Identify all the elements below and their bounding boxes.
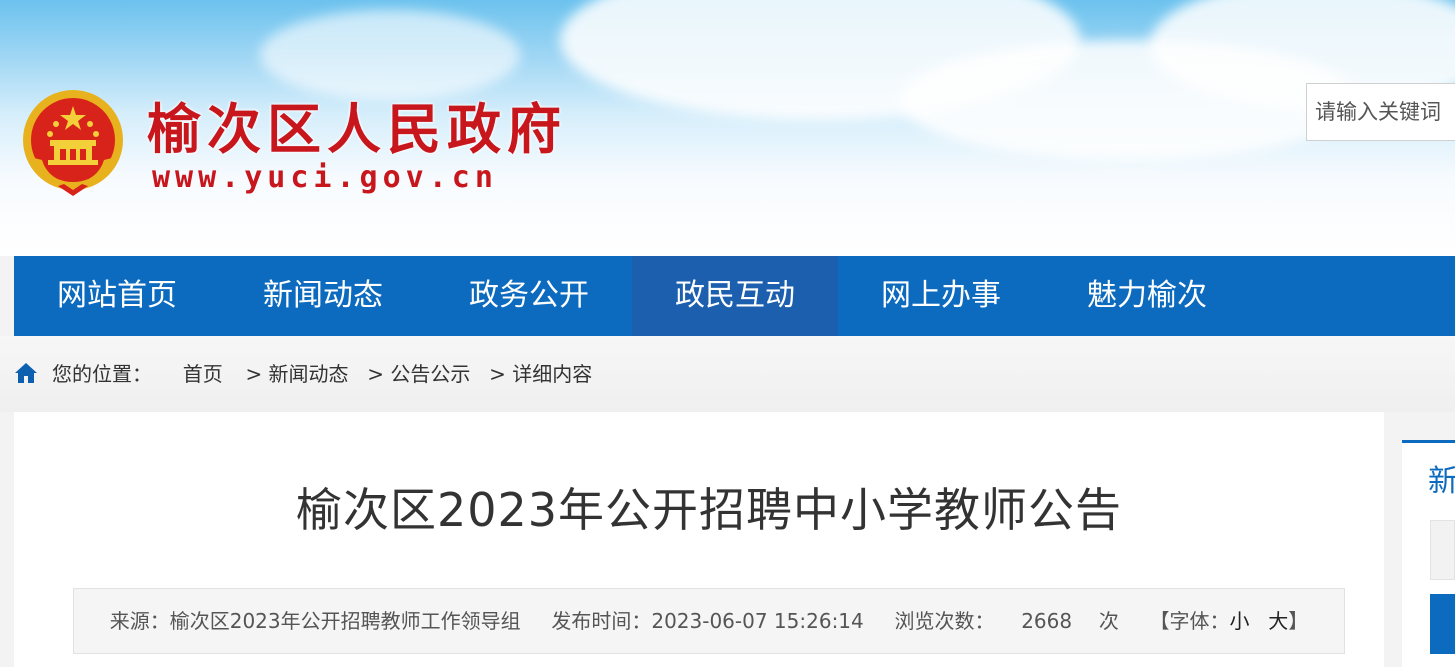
nav-item-government-affairs[interactable]: 政务公开 [426,256,632,336]
site-url[interactable]: www.yuci.gov.cn [152,160,498,196]
nav-item-news[interactable]: 新闻动态 [220,256,426,336]
nav-item-home[interactable]: 网站首页 [14,256,220,336]
breadcrumb-news[interactable]: > 新闻动态 [245,360,348,388]
font-small-button[interactable]: 小 [1230,589,1250,653]
main-nav: 网站首页 新闻动态 政务公开 政民互动 网上办事 魅力榆次 [14,256,1455,336]
breadcrumb-prefix: 您的位置： [52,362,152,386]
article-meta: 来源：榆次区2023年公开招聘教师工作领导组 发布时间：2023-06-07 1… [73,588,1345,654]
views-count: 2668 [1021,609,1073,633]
sidebar-title: 新 [1428,464,1455,499]
source-value: 榆次区2023年公开招聘教师工作领导组 [169,609,521,633]
site-title[interactable]: 榆次区人民政府 [147,100,567,160]
publish-time-value: 2023-06-07 15:26:14 [651,609,864,633]
font-size-close: 】 [1288,609,1309,633]
font-large-button[interactable]: 大 [1268,589,1288,653]
publish-time-label: 发布时间： [551,609,652,633]
sidebar-item-active[interactable] [1430,594,1455,654]
cloud-decoration [260,10,520,100]
home-icon [15,363,37,383]
views-unit: 次 [1098,609,1119,633]
font-size-label: 【字体： [1149,609,1230,633]
article-title: 榆次区2023年公开招聘中小学教师公告 [295,483,1123,537]
source-label: 来源： [109,609,170,633]
nav-item-online-services[interactable]: 网上办事 [838,256,1044,336]
breadcrumb: 您的位置： 首页 > 新闻动态 > 公告公示 > 详细内容 [52,360,592,388]
views-label: 浏览次数： [894,609,995,633]
nav-item-citizen-interaction[interactable]: 政民互动 [632,256,838,336]
nav-item-charm-yuci[interactable]: 魅力榆次 [1044,256,1250,336]
sidebar-item[interactable] [1430,520,1455,580]
national-emblem-icon[interactable] [20,88,126,198]
breadcrumb-announcements[interactable]: > 公告公示 [367,360,470,388]
breadcrumb-current: > 详细内容 [489,362,593,386]
search-input[interactable] [1306,83,1455,141]
breadcrumb-home[interactable]: 首页 [183,360,223,388]
